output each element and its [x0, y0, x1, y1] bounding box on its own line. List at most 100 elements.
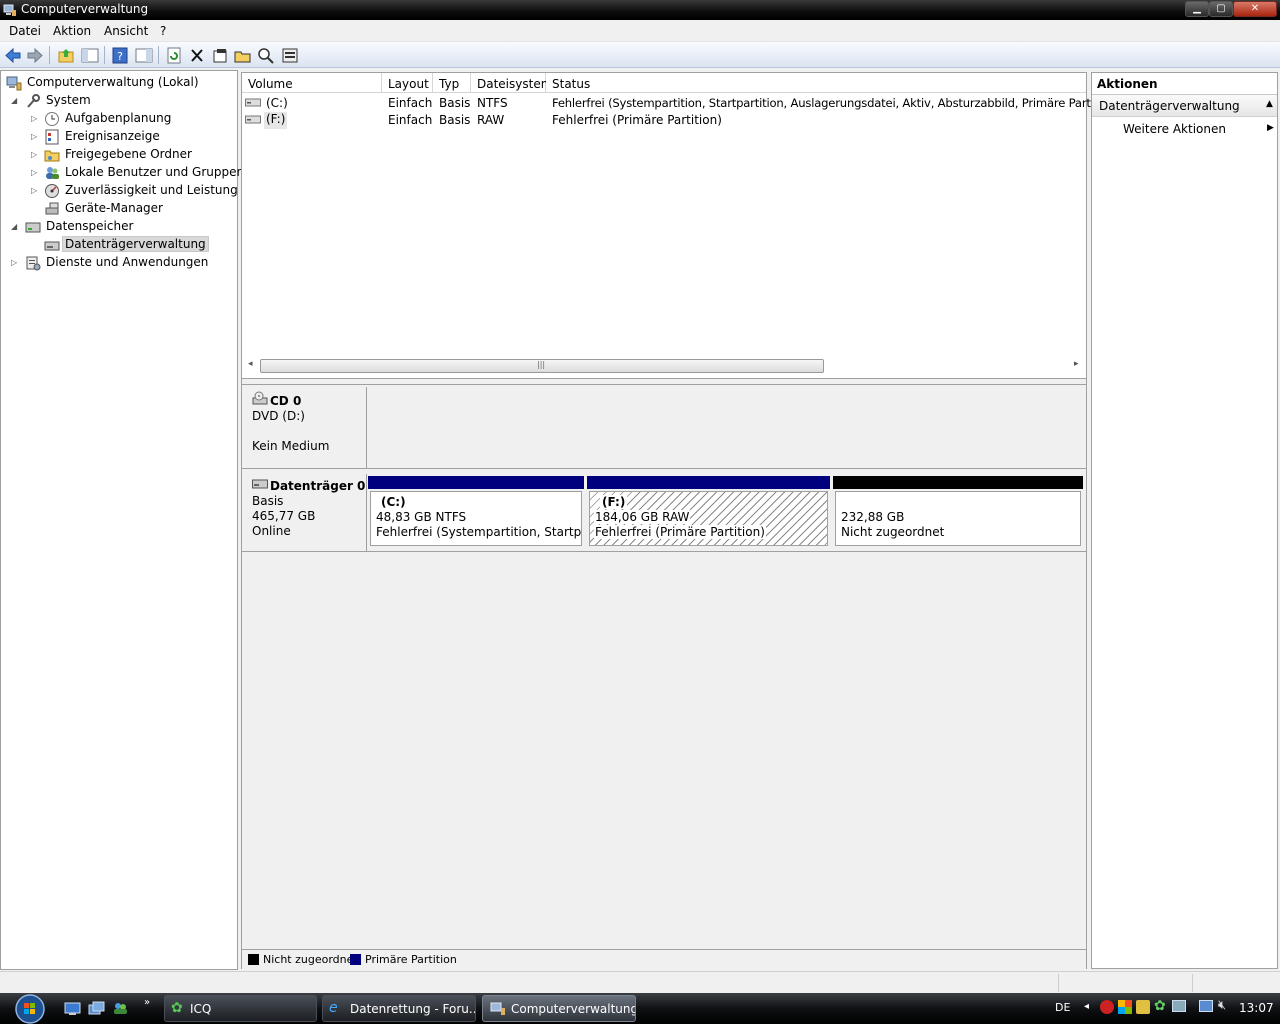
hard-disk-icon: [252, 479, 268, 489]
help-icon[interactable]: ?: [110, 46, 130, 65]
show-desktop-icon[interactable]: [64, 1001, 81, 1016]
tree-item-zuverlaessigkeit[interactable]: ▷ Zuverlässigkeit und Leistung: [1, 182, 238, 200]
expand-arrow-icon[interactable]: ▷: [31, 114, 40, 123]
back-arrow-icon[interactable]: [3, 46, 23, 65]
quicklaunch-overflow-icon[interactable]: »: [144, 997, 150, 1008]
show-hide-action-pane-icon[interactable]: [134, 46, 154, 65]
computer-management-icon: [6, 76, 22, 91]
status-cell: Fehlerfrei (Primäre Partition): [552, 113, 722, 127]
tree-item-lokale-benutzer[interactable]: ▷ Lokale Benutzer und Gruppen: [1, 164, 244, 182]
clock[interactable]: 13:07: [1239, 1001, 1274, 1015]
language-indicator[interactable]: DE: [1055, 1001, 1070, 1014]
tree-item-datentraegerverwaltung[interactable]: Datenträgerverwaltung: [1, 236, 237, 254]
menu-datei[interactable]: Datei: [9, 24, 41, 38]
tree-item-system[interactable]: ◢ System: [1, 92, 237, 110]
messenger-icon[interactable]: [112, 1001, 129, 1016]
collapse-arrow-icon[interactable]: ◢: [11, 222, 20, 231]
disk-graphical-view: CD 0 DVD (D:) Kein Medium Datenträger 0 …: [242, 385, 1086, 970]
partition-header-bar: [368, 476, 584, 489]
expand-arrow-icon[interactable]: ▷: [11, 258, 20, 267]
icq-flower-icon: ✿: [171, 1000, 183, 1016]
maximize-button[interactable]: ▢: [1209, 1, 1233, 17]
actions-section-header[interactable]: Datenträgerverwaltung ▲: [1092, 95, 1277, 117]
tree-item-geraete-manager[interactable]: Geräte-Manager: [1, 200, 237, 218]
legend-label: Primäre Partition: [365, 953, 457, 966]
tree-item-ereignisanzeige[interactable]: ▷ Ereignisanzeige: [1, 128, 237, 146]
volume-cell: (F:): [264, 112, 288, 129]
forward-arrow-icon[interactable]: [25, 46, 45, 65]
tree-item-label: Datenspeicher: [46, 219, 134, 233]
taskbar-button-label: ICQ: [190, 1002, 212, 1016]
properties-icon[interactable]: [210, 46, 230, 65]
disk-properties-icon[interactable]: [280, 46, 300, 65]
action-more-actions[interactable]: Weitere Aktionen ▶: [1092, 119, 1277, 139]
close-button[interactable]: ✕: [1233, 1, 1277, 17]
tree-item-label: Aufgabenplanung: [65, 111, 172, 125]
collapse-up-icon[interactable]: ▲: [1266, 99, 1273, 109]
switch-windows-icon[interactable]: [88, 1001, 105, 1016]
tray-monitor-icon[interactable]: [1172, 1000, 1186, 1012]
disk-name: CD 0: [270, 394, 302, 408]
legend-label: Nicht zugeordnet: [263, 953, 358, 966]
partition-body-selected: (F:) 184,06 GB RAW Fehlerfrei (Primäre P…: [589, 491, 828, 546]
collapse-arrow-icon[interactable]: ◢: [11, 96, 20, 105]
menu-aktion[interactable]: Aktion: [53, 24, 91, 38]
minimize-button[interactable]: ▁: [1185, 1, 1209, 17]
disk-row-disk0[interactable]: Datenträger 0 Basis 465,77 GB Online (C:…: [242, 474, 1086, 552]
start-orb-icon[interactable]: [6, 993, 52, 1024]
partition-status: Nicht zugeordnet: [841, 525, 945, 539]
layout-cell: Einfach: [388, 113, 433, 127]
expand-arrow-icon[interactable]: ▷: [31, 150, 40, 159]
expand-arrow-icon[interactable]: ▷: [31, 186, 40, 195]
column-header-status[interactable]: Status: [546, 73, 1086, 93]
column-header-typ[interactable]: Typ: [433, 73, 471, 93]
action-label: Weitere Aktionen: [1123, 122, 1226, 136]
taskbar-button-icq[interactable]: ✿ ICQ: [164, 995, 317, 1022]
menu-ansicht[interactable]: Ansicht: [104, 24, 148, 38]
menu-help[interactable]: ?: [160, 24, 166, 38]
tree-item-datenspeicher[interactable]: ◢ Datenspeicher: [1, 218, 237, 236]
show-hide-tree-icon[interactable]: [80, 46, 100, 65]
actions-pane: Aktionen Datenträgerverwaltung ▲ Weitere…: [1091, 72, 1278, 969]
security-shield-icon[interactable]: [1100, 1000, 1114, 1014]
windows-defender-icon[interactable]: [1118, 1000, 1132, 1014]
computer-management-icon: [3, 4, 16, 16]
volume-icon[interactable]: 🔇︎: [1218, 998, 1226, 1013]
expand-arrow-icon[interactable]: ▷: [31, 168, 40, 177]
scroll-left-icon[interactable]: ◂: [248, 359, 253, 369]
taskbar-button-browser[interactable]: e Datenrettung - Foru...: [322, 995, 476, 1022]
open-folder-icon[interactable]: [233, 46, 253, 65]
scrollbar-thumb[interactable]: |||: [260, 359, 824, 373]
column-header-layout[interactable]: Layout: [382, 73, 433, 93]
tree-item-freigegebene-ordner[interactable]: ▷ Freigegebene Ordner: [1, 146, 237, 164]
partition-f[interactable]: (F:) 184,06 GB RAW Fehlerfrei (Primäre P…: [587, 476, 830, 548]
table-row[interactable]: (C:) Einfach Basis NTFS Fehlerfrei (Syst…: [242, 94, 1120, 111]
table-row[interactable]: (F:) Einfach Basis RAW Fehlerfrei (Primä…: [242, 111, 1086, 129]
partition-body: (C:) 48,83 GB NTFS Fehlerfrei (Systempar…: [370, 491, 582, 546]
tree-item-dienste[interactable]: ▷ Dienste und Anwendungen: [1, 254, 237, 272]
search-icon[interactable]: [256, 46, 276, 65]
refresh-icon[interactable]: [164, 46, 184, 65]
tray-app-icon[interactable]: [1136, 1000, 1150, 1014]
disk-row-cd0[interactable]: CD 0 DVD (D:) Kein Medium: [242, 387, 1086, 469]
partition-c[interactable]: (C:) 48,83 GB NTFS Fehlerfrei (Systempar…: [368, 476, 584, 548]
tree-item-aufgabenplanung[interactable]: ▷ Aufgabenplanung: [1, 110, 237, 128]
partition-unallocated[interactable]: 232,88 GB Nicht zugeordnet: [833, 476, 1083, 548]
horizontal-scrollbar[interactable]: ◂ ||| ▸: [242, 357, 1086, 375]
taskbar-button-computerverwaltung[interactable]: Computerverwaltung: [482, 995, 636, 1022]
tree-item-label: Ereignisanzeige: [65, 129, 160, 143]
shared-folders-icon: [44, 150, 60, 162]
tree-item-computerverwaltung[interactable]: Computerverwaltung (Lokal): [1, 74, 237, 92]
tree-item-label: Geräte-Manager: [65, 201, 163, 215]
expand-arrow-icon[interactable]: ▷: [31, 132, 40, 141]
icq-tray-icon[interactable]: ✿: [1154, 998, 1166, 1014]
up-folder-icon[interactable]: [56, 46, 76, 65]
column-header-volume[interactable]: Volume: [242, 73, 382, 93]
column-header-dateisystem[interactable]: Dateisystem: [471, 73, 552, 93]
disk-management-pane: Volume Layout Typ Dateisystem Status (C:…: [241, 72, 1120, 970]
delete-icon[interactable]: [187, 46, 207, 65]
toolbar-separator: [158, 46, 159, 64]
network-icon[interactable]: [1199, 1000, 1213, 1012]
tray-expand-icon[interactable]: ◂: [1084, 1001, 1089, 1012]
scroll-right-icon[interactable]: ▸: [1074, 359, 1079, 369]
